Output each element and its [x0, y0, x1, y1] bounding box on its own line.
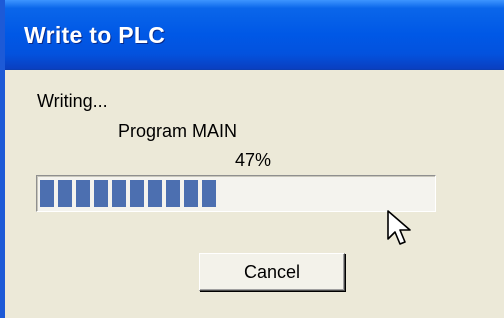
window-title: Write to PLC — [24, 22, 166, 48]
status-text: Writing... — [37, 91, 108, 111]
mouse-pointer-icon — [387, 210, 411, 245]
progress-percent-text: 47% — [235, 150, 272, 170]
progress-bar — [36, 175, 436, 212]
write-to-plc-dialog: Write to PLC Writing... Program MAIN 47%… — [0, 0, 504, 318]
dialog-body: Writing... Program MAIN 47% Cancel — [5, 70, 504, 318]
cancel-button[interactable]: Cancel — [199, 253, 345, 291]
progress-bar-fill — [40, 180, 216, 207]
program-name-text: Program MAIN — [118, 121, 238, 141]
title-bar[interactable]: Write to PLC — [5, 0, 504, 70]
